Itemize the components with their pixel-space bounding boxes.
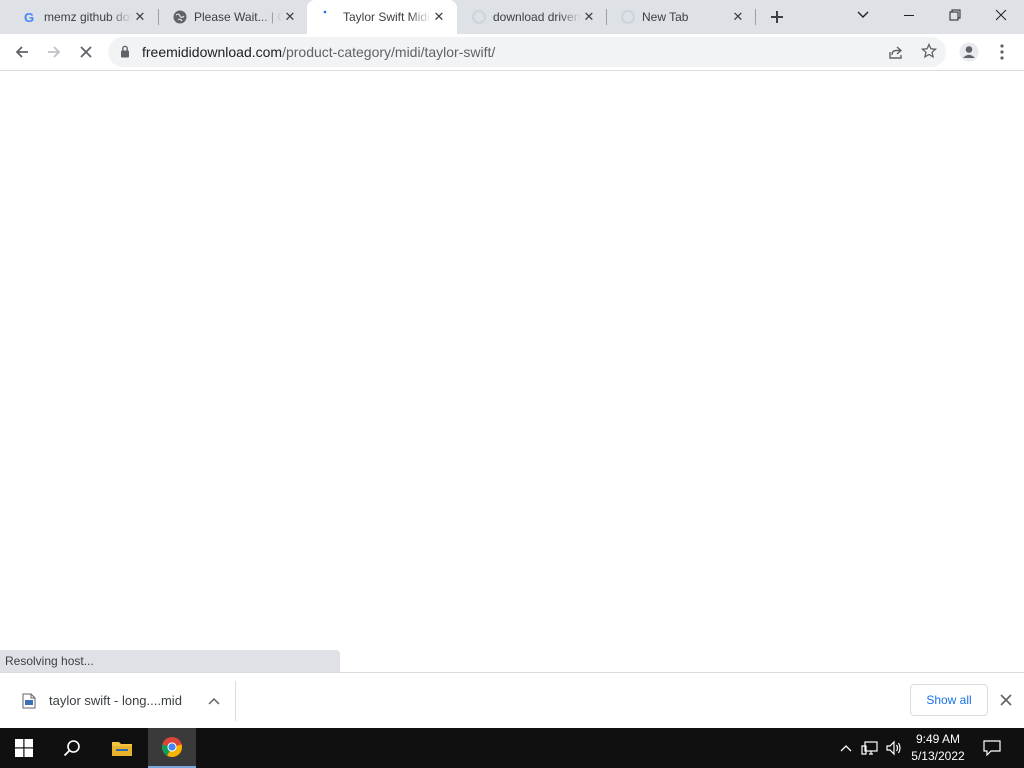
close-icon[interactable]: ✕ (132, 9, 148, 25)
tab-separator (755, 9, 756, 25)
download-file-name: taylor swift - long....mid (49, 693, 182, 708)
tab-title: download drivers (493, 10, 581, 24)
status-bubble: Resolving host... (0, 650, 340, 672)
url-text[interactable]: freemididownload.com/product-category/mi… (142, 44, 495, 60)
restore-button[interactable] (932, 0, 978, 30)
new-tab-button[interactable] (764, 5, 790, 29)
search-button[interactable] (48, 728, 96, 768)
tab-please-wait[interactable]: Please Wait... | Cloudflare ✕ (158, 0, 308, 34)
clock-date: 5/13/2022 (911, 749, 965, 763)
close-icon[interactable]: ✕ (282, 9, 298, 25)
network-icon (861, 741, 878, 755)
chevron-down-icon (857, 11, 869, 18)
network-button[interactable] (860, 738, 880, 758)
loading-spinner-icon (471, 9, 487, 25)
taskbar: 9:49 AM 5/13/2022 (0, 728, 1024, 768)
clock-time: 9:49 AM (915, 732, 961, 746)
notification-icon (983, 740, 1001, 756)
loading-spinner-icon (321, 9, 337, 25)
forward-button[interactable] (40, 38, 68, 66)
restore-icon (949, 9, 961, 21)
arrow-right-icon (48, 46, 61, 58)
avatar-icon (959, 42, 979, 62)
close-icon (995, 9, 1007, 21)
file-explorer-button[interactable] (98, 728, 146, 768)
system-clock[interactable]: 9:49 AM 5/13/2022 (906, 731, 970, 765)
browser-menu-button[interactable] (988, 38, 1016, 66)
midi-file-icon (22, 693, 36, 709)
profile-button[interactable] (955, 38, 983, 66)
tab-search-button[interactable] (840, 0, 886, 30)
tab-title: New Tab (642, 10, 689, 24)
close-window-button[interactable] (978, 0, 1024, 30)
download-shelf: taylor swift - long....mid Show all (0, 672, 1024, 728)
minimize-button[interactable] (886, 0, 932, 30)
action-center-button[interactable] (982, 738, 1002, 758)
tab-title: memz github download (44, 10, 132, 24)
close-icon (1000, 694, 1012, 706)
back-button[interactable] (8, 38, 36, 66)
minimize-icon (904, 15, 914, 16)
volume-button[interactable] (884, 738, 904, 758)
share-icon[interactable] (888, 44, 904, 65)
address-bar[interactable]: freemididownload.com/product-category/mi… (108, 37, 946, 67)
plus-icon (771, 11, 783, 23)
chrome-icon (161, 737, 183, 758)
lock-icon[interactable] (120, 45, 130, 63)
tab-taylor-swift-midi[interactable]: Taylor Swift Midi ✕ (307, 0, 457, 34)
google-icon: G (22, 9, 38, 25)
tab-title: Taylor Swift Midi (343, 10, 430, 24)
bookmark-star-icon[interactable] (920, 42, 938, 64)
page-content (0, 71, 1024, 672)
search-icon (63, 740, 80, 757)
chevron-up-icon (840, 745, 852, 752)
show-all-button[interactable]: Show all (910, 684, 988, 716)
tab-new-tab[interactable]: New Tab ✕ (606, 0, 756, 34)
tab-title: Please Wait... | Cloudflare (194, 10, 282, 24)
speaker-icon (886, 740, 901, 756)
download-item[interactable]: taylor swift - long....mid (8, 681, 236, 721)
url-host: freemididownload.com (142, 44, 283, 60)
svg-text:G: G (24, 10, 34, 24)
tab-memz-github[interactable]: G memz github download ✕ (8, 0, 158, 34)
close-icon[interactable]: ✕ (431, 9, 447, 25)
tab-download-drivers[interactable]: download drivers ✕ (457, 0, 607, 34)
stop-loading-button[interactable] (72, 38, 100, 66)
more-vert-icon (1000, 44, 1004, 60)
arrow-left-icon (15, 46, 28, 58)
show-hidden-icons-button[interactable] (836, 738, 856, 758)
stop-icon (80, 46, 92, 58)
browser-toolbar: freemididownload.com/product-category/mi… (0, 34, 1024, 71)
windows-logo-icon (15, 739, 33, 757)
loading-spinner-icon (620, 9, 636, 25)
folder-icon (112, 742, 132, 756)
chrome-taskbar-button[interactable] (148, 728, 196, 768)
globe-icon (172, 9, 188, 25)
chevron-up-icon[interactable] (204, 691, 224, 711)
close-icon[interactable]: ✕ (581, 9, 597, 25)
tab-strip: G memz github download ✕ Please Wait... … (0, 0, 1024, 34)
url-path: /product-category/midi/taylor-swift/ (282, 44, 496, 60)
close-icon[interactable]: ✕ (730, 9, 746, 25)
close-shelf-button[interactable] (996, 690, 1016, 710)
start-button[interactable] (0, 728, 48, 768)
